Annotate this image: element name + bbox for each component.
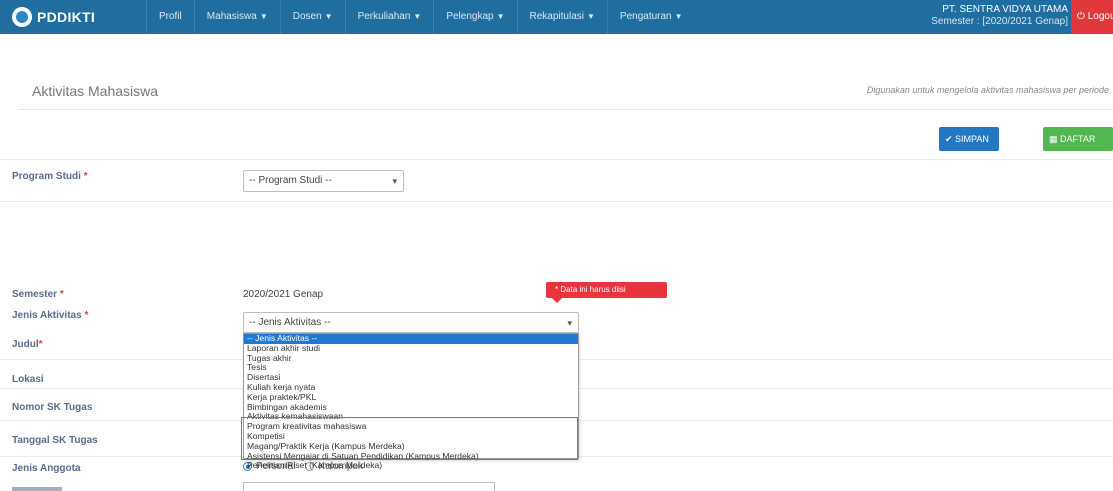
tanggal-sk-label: Tanggal SK Tugas (12, 435, 98, 446)
chevron-down-icon: ▼ (674, 12, 683, 21)
chevron-down-icon: ▼ (496, 12, 505, 21)
menu-item-pelengkap[interactable]: Pelengkap ▼ (433, 0, 516, 34)
semester-value: 2020/2021 Genap (243, 289, 324, 300)
label-text: Program Studi (12, 171, 81, 182)
required-marker: * (83, 171, 88, 182)
menu-label: Pelengkap (446, 11, 494, 22)
page-title: Aktivitas Mahasiswa (32, 83, 159, 99)
menu-label: Dosen (292, 11, 322, 22)
jenis-aktivitas-dropdown: -- Jenis Aktivitas -- Laporan akhir stud… (243, 333, 579, 470)
divider (18, 109, 1113, 110)
save-label: SIMPAN (955, 134, 989, 144)
check-icon: ✔ (945, 134, 956, 144)
row-program-studi: Program Studi * (0, 159, 1113, 188)
chevron-down-icon: ▾ (392, 176, 397, 186)
app-root: PDDIKTI Profil Mahasiswa ▼ Dosen ▼ Perkuli… (0, 0, 1113, 491)
label-text: Semester (12, 289, 58, 300)
dropdown-option[interactable]: Tesis (244, 363, 578, 373)
jenis-aktivitas-label: Jenis Aktivitas * (12, 310, 88, 321)
judul-label: Judul* (12, 339, 43, 350)
menu-label: Mahasiswa (206, 11, 257, 22)
top-navbar: PDDIKTI Profil Mahasiswa ▼ Dosen ▼ Perkuli… (0, 0, 1113, 34)
dropdown-option[interactable]: Program kreativitas mahasiswa (244, 421, 578, 432)
dropdown-option[interactable]: Penelitian/Riset (Kampus Merdeka) (244, 461, 578, 471)
required-marker: * (59, 289, 64, 300)
semester-label: Semester * (12, 289, 64, 300)
brand[interactable]: PDDIKTI (0, 0, 146, 34)
active-semester: Semester : [2020/2021 Genap] (931, 16, 1068, 27)
menu-label: Profil (159, 11, 182, 22)
chevron-down-icon: ▼ (413, 12, 422, 21)
main-menu: Profil Mahasiswa ▼ Dosen ▼ Perkuliahan ▼ Pe… (146, 0, 695, 34)
institution-info: PT. SENTRA VIDYA UTAMA Semester : [2020/… (931, 4, 1068, 28)
list-icon: ▦ (1049, 134, 1061, 144)
required-tooltip: * Data ini harus diisi (546, 282, 667, 303)
nomor-sk-label: Nomor SK Tugas (12, 402, 93, 413)
label-text: Jenis Aktivitas (12, 310, 82, 321)
next-field-input[interactable] (243, 482, 495, 491)
menu-item-dosen[interactable]: Dosen ▼ (279, 0, 345, 34)
row-semester (0, 201, 1113, 222)
label-text: Judul (12, 339, 39, 350)
chevron-down-icon: ▾ (567, 318, 572, 328)
next-field-label (12, 484, 62, 491)
chevron-down-icon: ▼ (324, 12, 333, 21)
program-studi-label: Program Studi * (12, 171, 88, 182)
menu-item-pengaturan[interactable]: Pengaturan ▼ (606, 0, 695, 34)
power-icon: ⏻ (1077, 11, 1088, 22)
pddikti-logo-icon (12, 7, 32, 27)
logout-button[interactable]: ⏻ Logout (1071, 0, 1113, 34)
save-button[interactable]: ✔ SIMPAN (939, 127, 999, 151)
chevron-down-icon: ▼ (586, 12, 595, 21)
menu-label: Pengaturan (619, 11, 672, 22)
select-value: -- Jenis Aktivitas -- (249, 317, 331, 328)
select-value: -- Program Studi -- (249, 175, 332, 186)
program-studi-select[interactable]: -- Program Studi -- ▾ (243, 170, 404, 192)
menu-item-mahasiswa[interactable]: Mahasiswa ▼ (193, 0, 280, 34)
logout-label: Logout (1087, 11, 1113, 22)
required-marker: * (38, 339, 43, 350)
dropdown-option[interactable]: Tugas akhir (244, 353, 578, 364)
dropdown-option[interactable]: Laporan akhir studi (244, 343, 578, 354)
menu-item-profil[interactable]: Profil (146, 0, 194, 34)
institution-name: PT. SENTRA VIDYA UTAMA (942, 4, 1068, 15)
jenis-anggota-label: Jenis Anggota (12, 463, 81, 474)
lokasi-label: Lokasi (12, 374, 44, 385)
brand-name: PDDIKTI (37, 9, 96, 25)
menu-item-rekapitulasi[interactable]: Rekapitulasi ▼ (516, 0, 607, 34)
chevron-down-icon: ▼ (259, 12, 268, 21)
menu-item-perkuliahan[interactable]: Perkuliahan ▼ (344, 0, 434, 34)
required-marker: * (84, 310, 89, 321)
menu-label: Rekapitulasi (529, 11, 584, 22)
page-description: Digunakan untuk mengelola aktivitas maha… (866, 85, 1109, 95)
menu-label: Perkuliahan (357, 11, 411, 22)
list-button[interactable]: ▦ DAFTAR (1043, 127, 1113, 151)
jenis-aktivitas-select[interactable]: -- Jenis Aktivitas -- ▾ (243, 312, 579, 333)
list-label: DAFTAR (1060, 134, 1096, 144)
